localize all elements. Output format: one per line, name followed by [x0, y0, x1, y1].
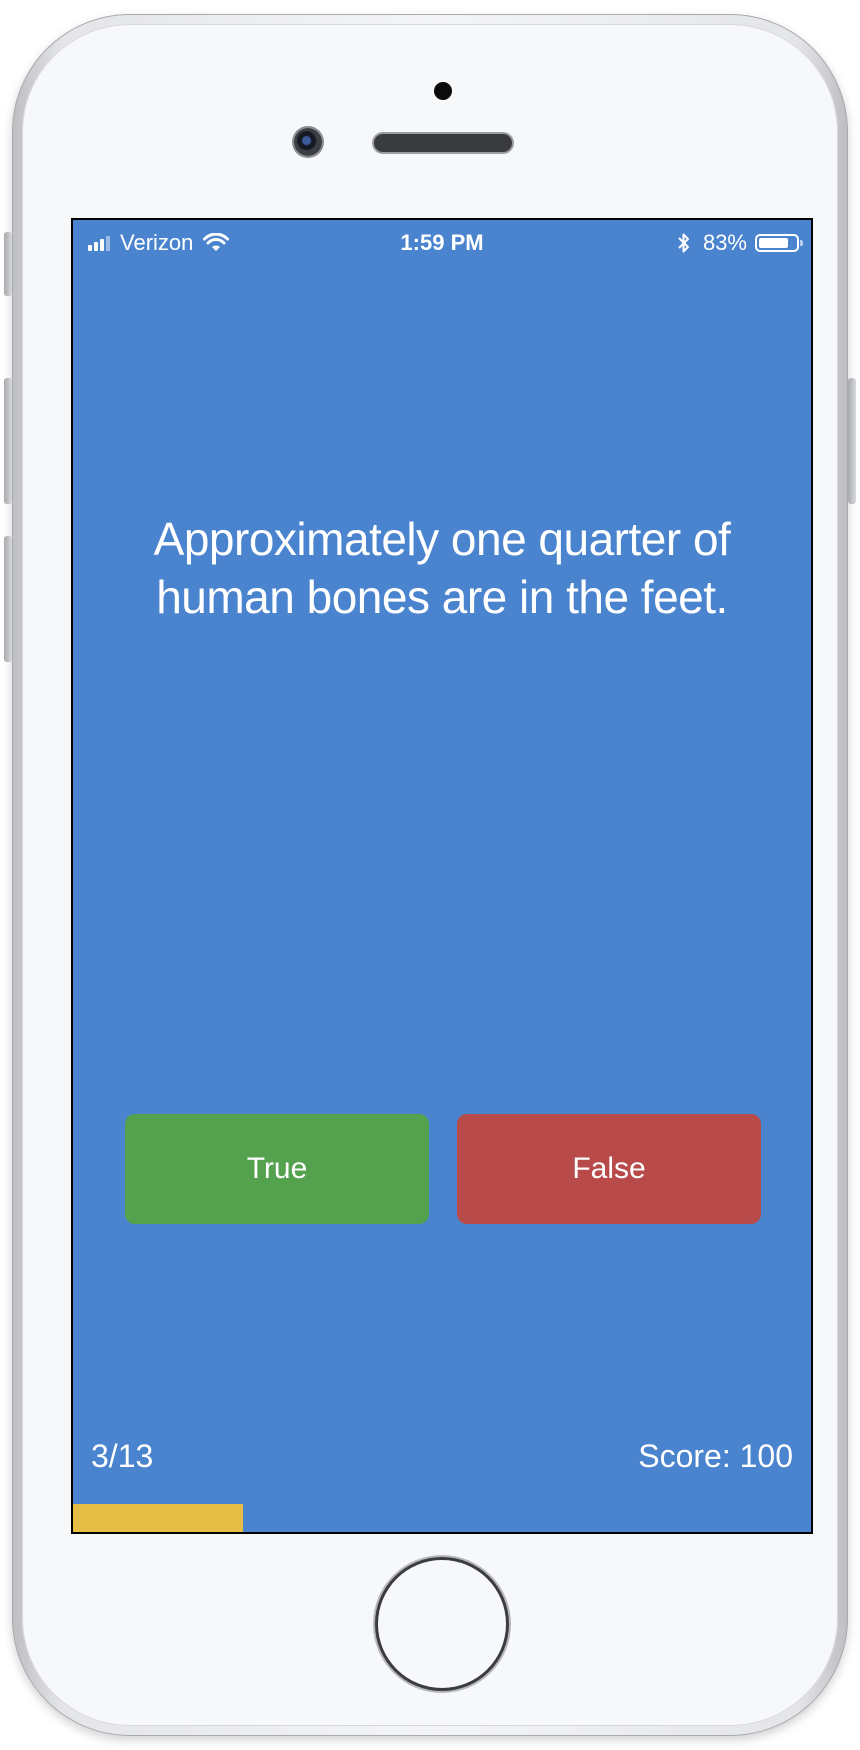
front-camera-icon	[294, 128, 322, 156]
volume-up-button[interactable]	[4, 378, 12, 504]
power-button[interactable]	[848, 378, 856, 504]
question-text: Approximately one quarter of human bones…	[153, 513, 731, 623]
battery-cap	[800, 240, 803, 246]
volume-down-button[interactable]	[4, 536, 12, 662]
proximity-sensor	[434, 82, 452, 100]
true-button[interactable]: True	[125, 1114, 429, 1224]
phone-frame: Verizon 1:59 PM 83% Approximately one qu…	[12, 14, 848, 1736]
app-screen: Verizon 1:59 PM 83% Approximately one qu…	[71, 218, 813, 1534]
status-bar: Verizon 1:59 PM 83%	[73, 220, 811, 266]
bluetooth-icon	[678, 233, 689, 253]
progress-bar	[73, 1504, 811, 1532]
false-button[interactable]: False	[457, 1114, 761, 1224]
progress-bar-fill	[73, 1504, 243, 1532]
battery-percent: 83%	[702, 230, 747, 255]
home-button[interactable]	[378, 1560, 506, 1688]
battery-level	[759, 238, 789, 248]
mute-switch[interactable]	[4, 232, 12, 296]
status-right: 83%	[677, 230, 803, 256]
battery-icon	[755, 234, 803, 252]
score-label: Score: 100	[638, 1438, 793, 1474]
earpiece-speaker	[374, 134, 512, 152]
question-counter: 3/13	[91, 1438, 154, 1474]
